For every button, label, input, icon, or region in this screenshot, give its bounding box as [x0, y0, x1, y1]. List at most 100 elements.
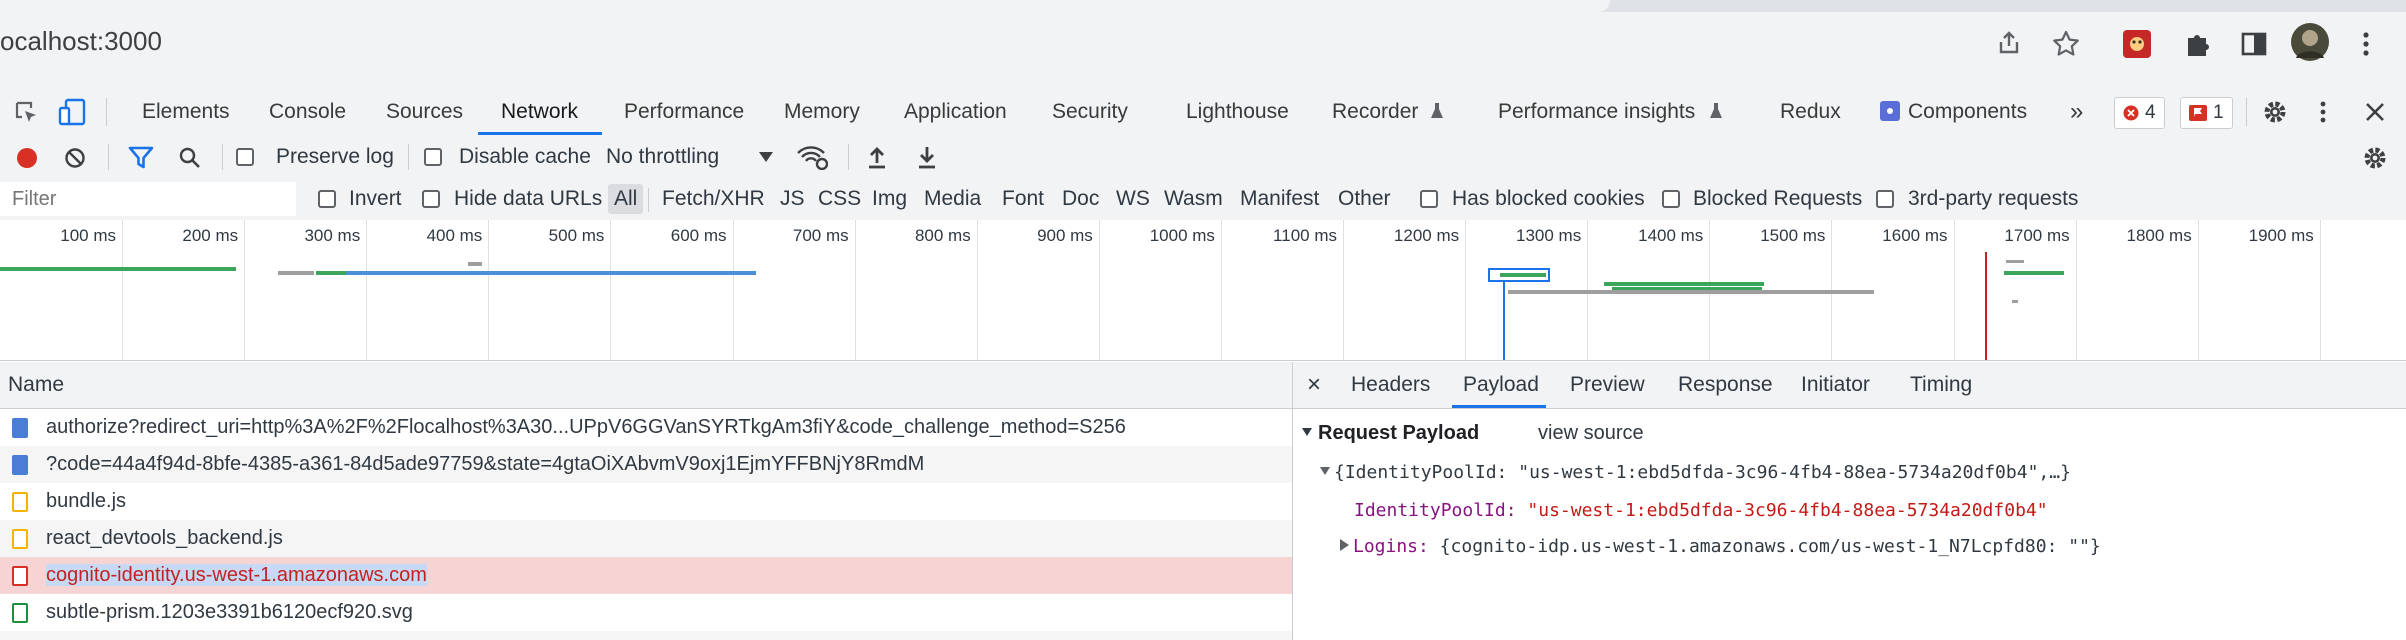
- network-settings-gear-icon[interactable]: [2362, 145, 2388, 171]
- timeline-tick-label: 1400 ms: [1638, 226, 1704, 245]
- timeline-gridline: [854, 220, 856, 360]
- timeline-gridline: [244, 220, 246, 360]
- payload-object-summary[interactable]: {IdentityPoolId: "us-west-1:ebd5dfda-3c9…: [1320, 462, 2071, 483]
- issues-counter-button[interactable]: 1: [2180, 97, 2233, 129]
- more-tabs-button[interactable]: »: [2070, 88, 2083, 136]
- error-counter-button[interactable]: 4: [2114, 97, 2165, 129]
- filter-funnel-icon[interactable]: [128, 146, 154, 170]
- address-bar-url[interactable]: ocalhost:3000: [0, 26, 162, 57]
- devtools-tab-bar: Elements Console Sources Network Perform…: [0, 88, 2406, 137]
- tab-performance-insights[interactable]: Performance insights: [1498, 88, 1723, 136]
- filter-type-font[interactable]: Font: [1002, 178, 1044, 220]
- extension-app-icon[interactable]: [2121, 28, 2153, 60]
- record-button[interactable]: [16, 147, 38, 169]
- divider: [108, 144, 109, 170]
- hide-data-urls-checkbox[interactable]: [422, 190, 440, 208]
- filter-type-all[interactable]: All: [608, 184, 644, 214]
- filter-type-manifest[interactable]: Manifest: [1240, 178, 1319, 220]
- tab-security[interactable]: Security: [1052, 88, 1128, 136]
- blocked-requests-checkbox[interactable]: [1662, 190, 1680, 208]
- timeline-gridline: [1465, 220, 1467, 360]
- tab-label: Recorder: [1332, 100, 1419, 123]
- timeline-tick-label: 200 ms: [182, 226, 239, 245]
- tab-application[interactable]: Application: [904, 88, 1007, 136]
- tab-network[interactable]: Network: [501, 88, 578, 136]
- filter-type-img[interactable]: Img: [872, 178, 907, 220]
- timeline-tick-label: 1200 ms: [1393, 226, 1460, 245]
- filter-type-wasm[interactable]: Wasm: [1164, 178, 1223, 220]
- tab-redux[interactable]: Redux: [1780, 88, 1841, 136]
- clear-icon[interactable]: [64, 147, 86, 169]
- profile-avatar[interactable]: [2290, 22, 2330, 62]
- network-conditions-icon[interactable]: [796, 144, 828, 170]
- disable-cache-checkbox[interactable]: [424, 148, 442, 166]
- tab-label: Performance insights: [1498, 100, 1696, 123]
- tab-payload[interactable]: Payload: [1463, 362, 1539, 408]
- filter-type-fetch-xhr[interactable]: Fetch/XHR: [662, 178, 765, 220]
- third-party-requests-checkbox[interactable]: [1876, 190, 1894, 208]
- request-row[interactable]: subtle-prism.1203e3391b6120ecf920.svg: [0, 594, 1292, 631]
- preserve-log-checkbox[interactable]: [236, 148, 254, 166]
- browser-menu-icon[interactable]: [2350, 28, 2382, 60]
- tab-headers[interactable]: Headers: [1351, 362, 1430, 408]
- throttling-select[interactable]: No throttling: [606, 136, 774, 178]
- invert-checkbox[interactable]: [318, 190, 336, 208]
- tab-performance[interactable]: Performance: [624, 88, 744, 136]
- filter-input[interactable]: [0, 182, 296, 216]
- settings-gear-icon[interactable]: [2262, 99, 2288, 125]
- filter-type-media[interactable]: Media: [924, 178, 981, 220]
- search-icon[interactable]: [178, 146, 202, 170]
- request-row-selected-failed[interactable]: cognito-identity.us-west-1.amazonaws.com: [0, 557, 1292, 594]
- close-detail-button[interactable]: ×: [1307, 362, 1321, 408]
- tab-memory[interactable]: Memory: [784, 88, 860, 136]
- request-name: bundle.js: [46, 490, 127, 512]
- timeline-tick-label: 1300 ms: [1516, 226, 1582, 245]
- inspect-element-icon[interactable]: [14, 100, 40, 126]
- script-file-icon: [12, 492, 28, 512]
- image-file-icon: [12, 603, 28, 623]
- has-blocked-cookies-checkbox[interactable]: [1420, 190, 1438, 208]
- filter-type-css[interactable]: CSS: [818, 178, 861, 220]
- customize-devtools-menu-icon[interactable]: [2316, 99, 2330, 125]
- filter-type-ws[interactable]: WS: [1116, 178, 1150, 220]
- filter-type-js[interactable]: JS: [780, 178, 805, 220]
- request-row[interactable]: react_devtools_backend.js: [0, 520, 1292, 557]
- tab-initiator[interactable]: Initiator: [1801, 362, 1870, 408]
- timeline-tick-label: 800 ms: [914, 226, 971, 245]
- dom-content-loaded-marker: [1503, 282, 1505, 360]
- request-payload-section[interactable]: Request Payload: [1302, 422, 1479, 445]
- tab-timing[interactable]: Timing: [1910, 362, 1972, 408]
- timeline-gridline: [1343, 220, 1344, 360]
- bookmark-star-icon[interactable]: [2050, 28, 2082, 60]
- import-har-upload-icon[interactable]: [866, 145, 888, 169]
- tab-preview[interactable]: Preview: [1570, 362, 1645, 408]
- tab-lighthouse[interactable]: Lighthouse: [1186, 88, 1289, 136]
- share-icon[interactable]: [1993, 28, 2025, 60]
- view-source-link[interactable]: view source: [1538, 422, 1644, 445]
- active-browser-tab[interactable]: [0, 0, 1610, 12]
- filter-type-doc[interactable]: Doc: [1062, 178, 1099, 220]
- export-har-download-icon[interactable]: [916, 145, 938, 169]
- tab-elements[interactable]: Elements: [142, 88, 230, 136]
- tab-console[interactable]: Console: [269, 88, 346, 136]
- name-column-header[interactable]: Name: [0, 362, 1292, 409]
- document-file-icon: [12, 455, 28, 475]
- extensions-puzzle-icon[interactable]: [2182, 28, 2214, 60]
- filter-bar: Invert Hide data URLs All Fetch/XHR JS C…: [0, 178, 2406, 221]
- close-devtools-icon[interactable]: [2364, 101, 2386, 123]
- property-key: IdentityPoolId:: [1354, 500, 1517, 521]
- request-row[interactable]: ?code=44a4f94d-8bfe-4385-a361-84d5ade977…: [0, 446, 1292, 483]
- tab-response[interactable]: Response: [1678, 362, 1773, 408]
- payload-property-logins[interactable]: Logins: {cognito-idp.us-west-1.amazonaws…: [1340, 536, 2101, 557]
- filter-type-other[interactable]: Other: [1338, 178, 1391, 220]
- network-overview-timeline[interactable]: 100 ms 200 ms 300 ms 400 ms 500 ms 600 ms 700 …: [0, 220, 2406, 361]
- timeline-tick-label: 700 ms: [792, 226, 849, 245]
- payload-property-identitypoolid[interactable]: IdentityPoolId: "us-west-1:ebd5dfda-3c96…: [1354, 500, 2048, 521]
- request-row[interactable]: authorize?redirect_uri=http%3A%2F%2Floca…: [0, 409, 1292, 446]
- tab-sources[interactable]: Sources: [386, 88, 463, 136]
- side-panel-icon[interactable]: [2238, 28, 2270, 60]
- tab-components[interactable]: Components: [1880, 88, 2027, 136]
- request-row[interactable]: bundle.js: [0, 483, 1292, 520]
- device-toolbar-icon[interactable]: [58, 98, 88, 126]
- tab-recorder[interactable]: Recorder: [1332, 88, 1444, 136]
